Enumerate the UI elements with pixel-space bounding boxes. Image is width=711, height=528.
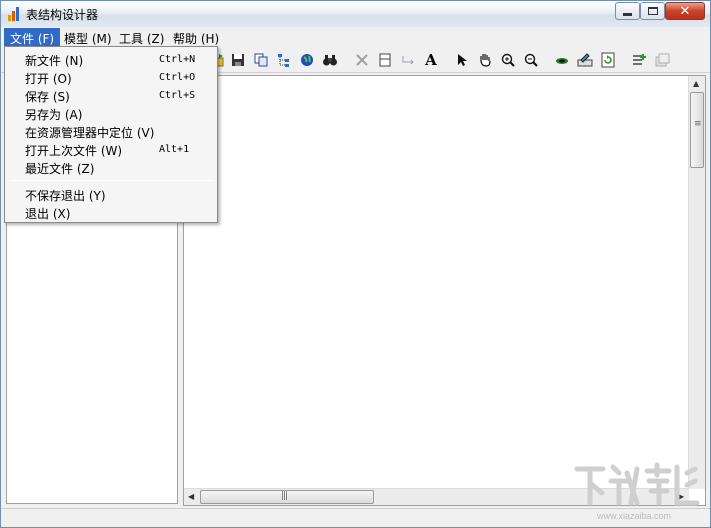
app-window: 表结构设计器 ✕ 文件 (F) 模型 (M) 工具 (Z) 帮助 (H) A ▲…	[0, 0, 711, 528]
copy-icon[interactable]	[252, 51, 270, 69]
close-button[interactable]: ✕	[665, 2, 705, 20]
shortcut-open-last: Alt+1	[159, 144, 190, 155]
title-bar[interactable]: 表结构设计器 ✕	[1, 1, 710, 27]
menu-bar: 文件 (F) 模型 (M) 工具 (Z) 帮助 (H)	[1, 27, 710, 47]
pointer-icon[interactable]	[453, 51, 471, 69]
zoom-out-icon[interactable]	[522, 51, 540, 69]
horizontal-scroll-thumb[interactable]: |||	[200, 490, 374, 504]
delete-icon[interactable]	[353, 51, 371, 69]
binoculars-icon[interactable]	[321, 51, 339, 69]
menu-item-open-last-file[interactable]: 打开上次文件 (W)	[25, 142, 122, 159]
menu-help[interactable]: 帮助 (H)	[167, 28, 225, 46]
app-icon	[7, 7, 21, 21]
minimize-button[interactable]	[615, 2, 640, 20]
vertical-scrollbar[interactable]: ▲ ≡	[688, 76, 705, 489]
close-icon: ✕	[679, 3, 691, 19]
menu-item-open[interactable]: 打开 (O)	[25, 70, 72, 87]
scroll-left-icon[interactable]: ◀	[188, 492, 194, 501]
text-icon[interactable]: A	[422, 51, 440, 69]
menu-separator	[11, 180, 213, 181]
menu-file[interactable]: 文件 (F)	[4, 28, 61, 46]
add-field-icon[interactable]	[630, 51, 648, 69]
properties-icon[interactable]	[653, 51, 671, 69]
menu-item-exit-without-saving[interactable]: 不保存退出 (Y)	[25, 187, 106, 204]
hand-icon[interactable]	[476, 51, 494, 69]
vertical-scroll-thumb[interactable]: ≡	[690, 92, 704, 168]
scroll-up-icon[interactable]: ▲	[693, 79, 699, 88]
shortcut-new: Ctrl+N	[159, 54, 196, 65]
menu-item-new[interactable]: 新文件 (N)	[25, 52, 83, 69]
table-icon[interactable]	[376, 51, 394, 69]
maximize-button[interactable]	[640, 2, 665, 20]
watermark-url: www.xiazaiba.com	[597, 511, 672, 521]
edit-icon[interactable]	[576, 51, 594, 69]
grip-icon: ≡	[694, 119, 701, 129]
menu-item-exit[interactable]: 退出 (X)	[25, 205, 70, 222]
menu-item-save-as[interactable]: 另存为 (A)	[25, 106, 82, 123]
save-icon[interactable]	[229, 51, 247, 69]
zoom-in-icon[interactable]	[499, 51, 517, 69]
file-menu-dropdown: 新文件 (N) Ctrl+N 打开 (O) Ctrl+O 保存 (S) Ctrl…	[4, 46, 218, 223]
globe-icon[interactable]	[298, 51, 316, 69]
menu-item-save[interactable]: 保存 (S)	[25, 88, 70, 105]
grip-icon: |||	[281, 491, 288, 501]
menu-item-recent-files[interactable]: 最近文件 (Z)	[25, 160, 94, 177]
watermark: www.xiazaiba.com	[569, 459, 709, 527]
window-title: 表结构设计器	[26, 8, 99, 22]
view-icon[interactable]	[553, 51, 571, 69]
menu-model[interactable]: 模型 (M)	[58, 28, 118, 46]
shortcut-open: Ctrl+O	[159, 72, 196, 83]
design-canvas[interactable]: ▲ ≡ ◀ ||| ▶	[183, 75, 706, 506]
maximize-icon	[647, 7, 658, 15]
menu-item-locate-in-explorer[interactable]: 在资源管理器中定位 (V)	[25, 124, 154, 141]
tree-icon[interactable]	[275, 51, 293, 69]
shortcut-save: Ctrl+S	[159, 90, 196, 101]
watermark-logo	[574, 462, 700, 506]
menu-tools[interactable]: 工具 (Z)	[113, 28, 170, 46]
connector-icon[interactable]	[399, 51, 417, 69]
minimize-icon	[623, 12, 632, 16]
refresh-icon[interactable]	[599, 51, 617, 69]
